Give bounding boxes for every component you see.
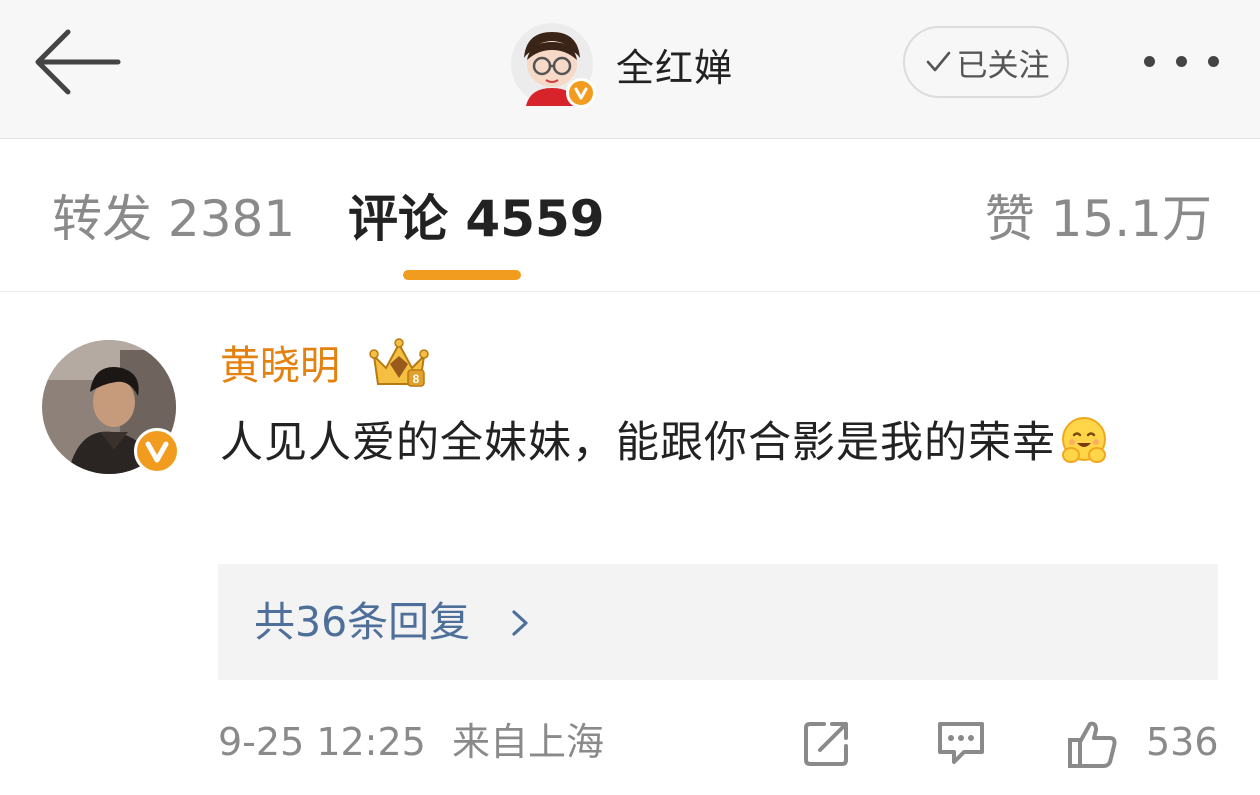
like-count: 536: [1146, 720, 1219, 764]
author-info[interactable]: 全红婵: [510, 22, 733, 108]
tab-comment[interactable]: 评论 4559: [348, 189, 605, 249]
comment-time: 9-25 12:25: [218, 720, 426, 764]
tab-like[interactable]: 赞 15.1万: [985, 189, 1212, 249]
svg-text:8: 8: [413, 372, 420, 386]
more-dot: [1208, 56, 1219, 67]
thumb-up-icon: [1068, 721, 1117, 768]
check-icon: [926, 51, 950, 72]
more-dots-icon: [1144, 56, 1155, 67]
more-dot: [1176, 56, 1187, 67]
verified-v-icon: [134, 428, 180, 474]
author-avatar[interactable]: [510, 22, 596, 108]
arrow-left-icon: [35, 29, 121, 95]
author-name[interactable]: 全红婵: [616, 37, 733, 92]
view-replies-button[interactable]: 共36条回复: [218, 564, 1218, 680]
reply-button[interactable]: [934, 718, 988, 772]
comment-text: 人见人爱的全妹妹，能跟你合影是我的荣幸: [220, 410, 1210, 476]
commenter-name[interactable]: 黄晓明: [220, 340, 340, 392]
tab-bar: 转发 2381 评论 4559 赞 15.1万: [0, 139, 1260, 292]
tab-repost[interactable]: 转发 2381: [52, 189, 295, 249]
like-button[interactable]: [1066, 718, 1120, 774]
comment-icon: [938, 722, 984, 764]
replies-label: 共36条回复: [254, 598, 471, 646]
active-tab-indicator: [403, 270, 521, 280]
verified-v-icon: [566, 78, 596, 108]
share-icon: [804, 722, 848, 766]
follow-label: 已关注: [956, 47, 1050, 84]
chevron-right-icon: [512, 610, 528, 636]
back-button[interactable]: [28, 24, 124, 100]
crown-badge-icon: 8: [369, 338, 429, 387]
follow-button[interactable]: 已关注: [903, 26, 1069, 98]
hug-emoji-icon: [1062, 417, 1106, 463]
comment-body: 人见人爱的全妹妹，能跟你合影是我的荣幸: [220, 418, 1056, 468]
comment-location: 来自上海: [451, 720, 604, 764]
more-button[interactable]: [1140, 44, 1224, 80]
commenter-avatar[interactable]: [42, 340, 180, 474]
top-bar: 全红婵 已关注: [0, 0, 1260, 139]
comment-meta: 9-25 12:25 来自上海: [218, 716, 604, 768]
share-button[interactable]: [802, 718, 852, 772]
